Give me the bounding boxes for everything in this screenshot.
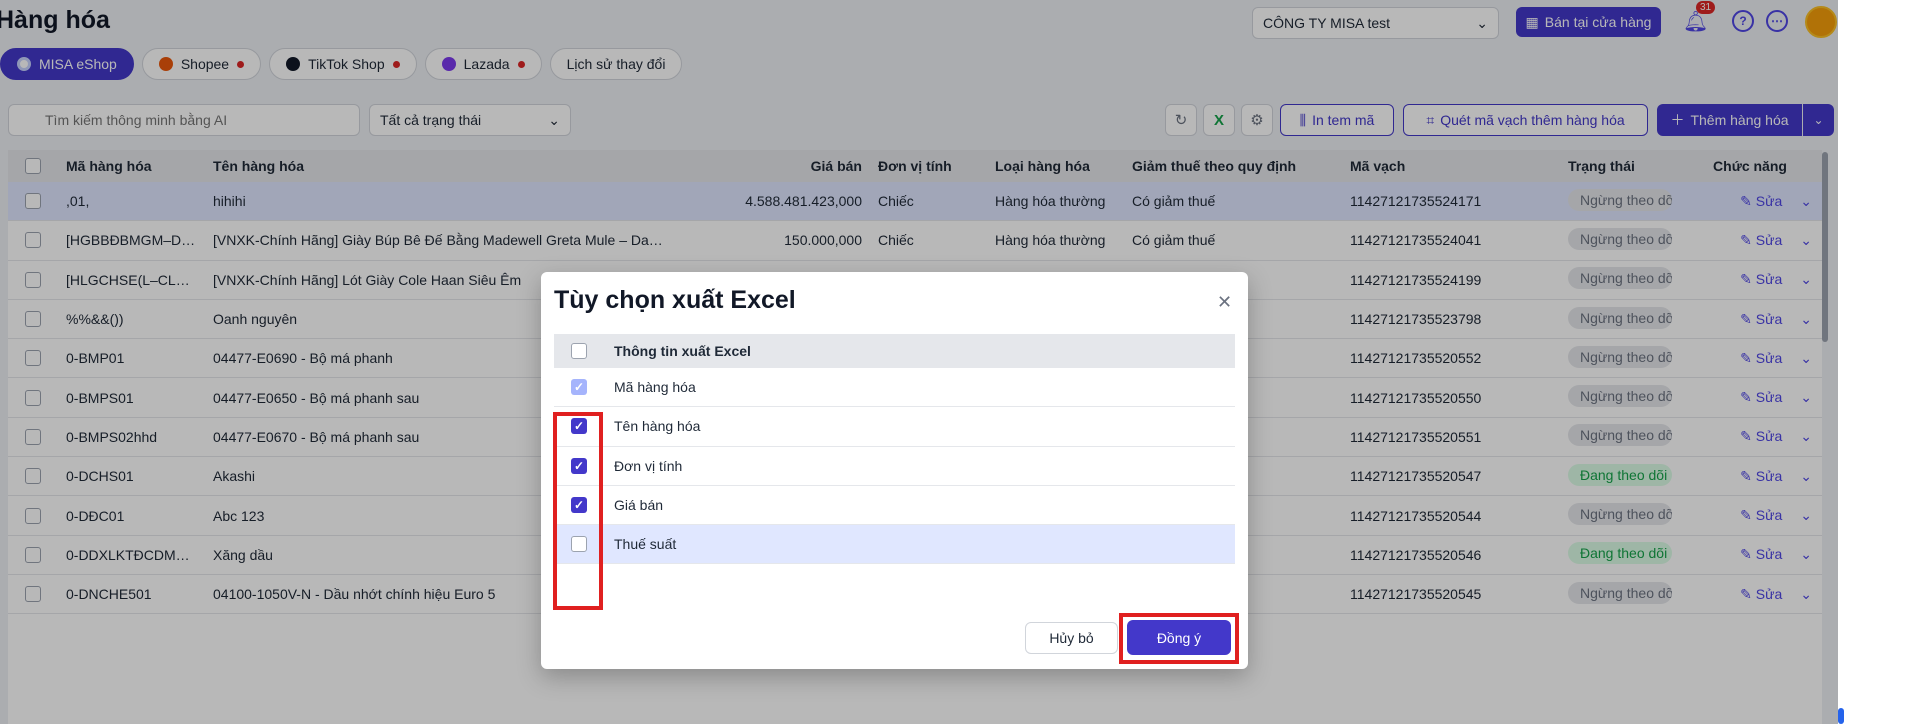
cancel-button[interactable]: Hủy bỏ (1025, 622, 1118, 654)
export-option-row[interactable]: Thuế suất (554, 525, 1235, 565)
option-label: Thuế suất (614, 536, 677, 553)
close-icon[interactable]: ✕ (1217, 292, 1232, 313)
option-label: Tên hàng hóa (614, 418, 701, 435)
export-option-row[interactable]: ✓ Tên hàng hóa (554, 407, 1235, 447)
export-option-row[interactable]: ✓ Giá bán (554, 486, 1235, 526)
export-option-row[interactable]: ✓ Mã hàng hóa (554, 368, 1235, 408)
highlight-checkbox-column (553, 412, 603, 610)
excel-export-dialog: Tùy chọn xuất Excel ✕ Thông tin xuất Exc… (541, 272, 1248, 669)
select-all-options-checkbox[interactable] (571, 343, 587, 359)
option-header-label: Thông tin xuất Excel (614, 343, 751, 359)
option-label: Đơn vị tính (614, 457, 683, 474)
option-label: Giá bán (614, 497, 664, 514)
export-option-row[interactable]: ✓ Đơn vị tính (554, 447, 1235, 486)
app-window: Hàng hóa CÔNG TY MISA test ⌄ ▦ Bán tại c… (0, 0, 1838, 724)
option-label: Mã hàng hóa (614, 379, 696, 396)
page-margin (1838, 0, 1915, 724)
chat-widget-edge[interactable] (1838, 708, 1844, 724)
option-checkbox: ✓ (571, 379, 587, 396)
ok-button[interactable]: Đồng ý (1127, 620, 1231, 655)
option-list-header: Thông tin xuất Excel (554, 334, 1235, 368)
dialog-title: Tùy chọn xuất Excel (554, 286, 796, 314)
